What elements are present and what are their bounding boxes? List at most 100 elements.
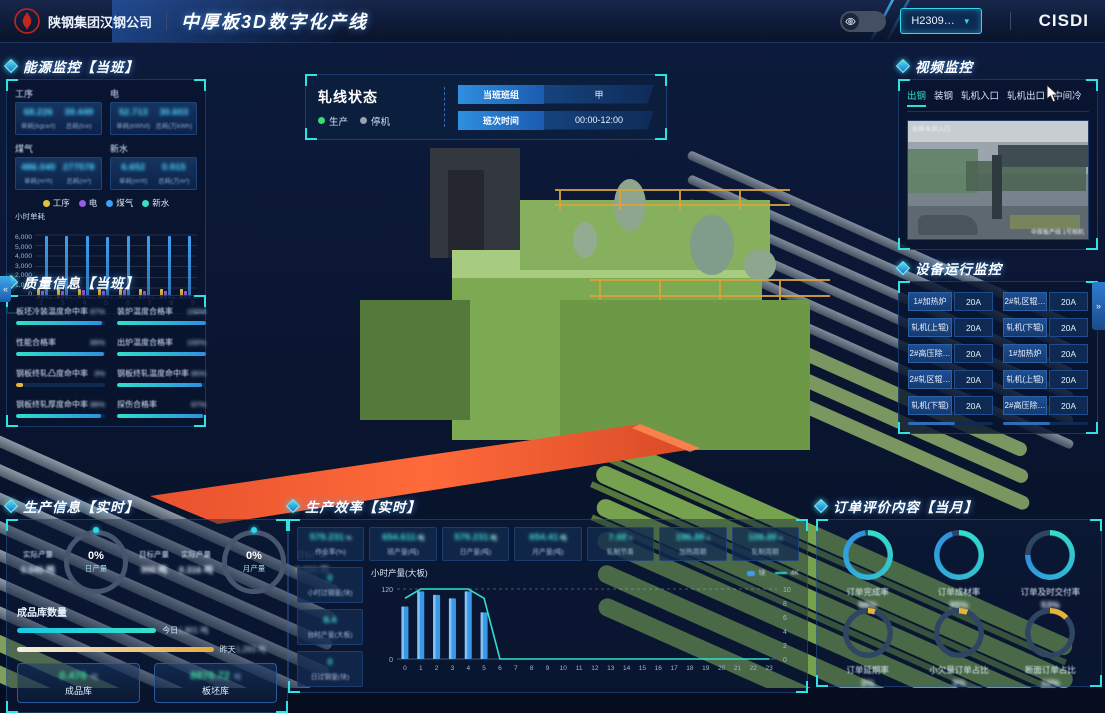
svg-text:6: 6 <box>498 665 502 672</box>
quality-item: 出炉温度合格率100% <box>117 337 206 356</box>
equipment-label: 2#轧区辊… <box>1003 292 1047 311</box>
energy-metric: 6.652单耗(m³/t) <box>114 162 153 185</box>
stock-box-value: 0.476 吨 <box>59 670 97 682</box>
energy-metric: 68.226单耗(kgce/t) <box>19 107 58 130</box>
video-tab-2[interactable]: 装钢 <box>934 88 953 107</box>
order-gauge: 3%订单延期率 <box>825 608 910 676</box>
svg-text:18: 18 <box>686 665 694 672</box>
quality-item: 钢板终轧厚度命中率96% <box>16 399 105 418</box>
video-overlay-bottom: 中厚板产线 1号相机 <box>1031 227 1084 236</box>
panel-order-evaluation: 订单评价内容【当月】 98%订单完成率95%订单成材率53%订单及时交付率3%订… <box>816 496 1102 687</box>
energy-chart-ylabel: 小时单耗 <box>15 211 197 222</box>
energy-unit: 单耗(kgce/t) <box>19 120 58 130</box>
video-tab-1[interactable]: 出钢 <box>907 88 926 107</box>
equipment-cell: 轧机(上辊)20A <box>1003 370 1088 389</box>
video-tab-3[interactable]: 轧机入口 <box>961 88 999 107</box>
status-dot-icon <box>360 117 367 124</box>
page-title: 中厚板3D数字化产线 <box>181 8 368 34</box>
svg-text:19: 19 <box>702 665 710 672</box>
order-gauge-ring <box>1025 608 1075 658</box>
scrollbar-thumb[interactable] <box>1003 422 1050 425</box>
panel-title: 质量信息【当班】 <box>23 272 139 292</box>
device-select[interactable]: H2309… ▼ <box>900 8 981 34</box>
order-gauge-ring <box>934 530 984 580</box>
stock-bar-row: 昨天1,293 吨 <box>17 644 277 655</box>
energy-metric: 277578总耗(m³) <box>60 162 99 185</box>
visibility-toggle[interactable] <box>840 11 886 32</box>
cisdi-logo: CISDI <box>1039 11 1089 31</box>
quality-value: 96% <box>90 400 105 409</box>
rolling-status-legend: 生产停机 <box>318 114 432 128</box>
panel-production-efficiency: 生产效率【实时】 579.231 %作业率(%)654.611 吨班产量(吨)5… <box>288 496 808 693</box>
hourly-chart-title: 小时产量(大板) <box>371 567 428 579</box>
shift-time-value: 00:00-12:00 <box>544 111 654 130</box>
quality-label: 钢板终轧厚度命中率 <box>16 399 88 410</box>
energy-unit: 总耗(tce) <box>60 120 99 130</box>
y-tick-label: 6,000 <box>15 235 32 242</box>
energy-group: 电52.713单耗(kWh/t)30.603总耗(万kWh) <box>110 87 197 135</box>
gauge-marker-icon <box>251 527 257 533</box>
equipment-label: 2#高压除… <box>908 344 952 363</box>
stock-box: 8876.72 吨板坯库 <box>154 663 277 703</box>
header-divider <box>1010 12 1011 30</box>
equipment-row: 2#轧区辊…20A 轧机(上辊)20A <box>908 370 1088 389</box>
stock-box: 0.476 吨成品库 <box>17 663 140 703</box>
target-output-value: 900 吨 <box>133 563 175 576</box>
stock-bar-fill <box>17 647 214 652</box>
energy-value: 0.915 <box>155 162 194 173</box>
energy-groups: 工序68.226单耗(kgce/t)39.449总耗(tce)电52.713单耗… <box>15 87 197 190</box>
target-output-label: 目标产量 <box>133 549 175 560</box>
collapse-panel-tab-left[interactable]: « <box>0 276 11 302</box>
quality-item: 探伤合格率97% <box>117 399 206 418</box>
energy-metric: 52.713单耗(kWh/t) <box>114 107 153 130</box>
legend-label: 煤气 <box>116 197 133 209</box>
gauge-ring: 0%日产量 <box>64 530 128 594</box>
svg-text:14: 14 <box>623 665 631 672</box>
y-tick-label: 3,000 <box>15 264 32 271</box>
diamond-icon <box>286 499 300 513</box>
scrollbar-track <box>908 422 993 425</box>
equipment-label: 轧机(上辊) <box>908 318 952 337</box>
scrollbar-thumb[interactable] <box>908 422 955 425</box>
equipment-row: 轧机(上辊)20A轧机(下辊)20A <box>908 318 1088 337</box>
equipment-value: 20A <box>954 370 993 389</box>
svg-text:16: 16 <box>655 665 663 672</box>
svg-text:9: 9 <box>546 665 550 672</box>
legend-item: 新水 <box>142 197 169 209</box>
progress-track <box>16 321 105 325</box>
status-legend-item: 停机 <box>360 114 390 128</box>
actual-output-label: 实际产量 <box>175 549 217 560</box>
order-gauge-ring <box>934 608 984 658</box>
efficiency-label: 日产量(吨) <box>445 546 506 556</box>
quality-value: 100% <box>187 338 206 347</box>
collapse-panel-tab-right[interactable]: » <box>1092 282 1105 330</box>
svg-text:1: 1 <box>419 665 423 672</box>
svg-text:15: 15 <box>639 665 647 672</box>
svg-text:8: 8 <box>783 601 787 608</box>
progress-fill <box>16 352 104 356</box>
actual-output-value: 0.316 吨 <box>175 563 217 576</box>
equipment-cell: 2#轧区辊…20A <box>908 370 993 389</box>
production-gauge-group: 实际产量0.045 吨0%日产量目标产量900 吨 <box>17 530 175 594</box>
eye-icon <box>842 13 859 30</box>
order-gauge: 10%断面订单占比 <box>1008 608 1093 676</box>
efficiency-value: 8.4 <box>300 615 360 626</box>
equipment-label: 2#高压除… <box>1003 396 1047 415</box>
quality-label: 板坯冷装温度命中率 <box>16 306 88 317</box>
svg-text:13: 13 <box>607 665 615 672</box>
energy-group: 煤气486.040单耗(m³/t)277578总耗(m³) <box>15 142 102 190</box>
efficiency-card: 7.98 s轧制节奏 <box>587 527 654 561</box>
video-feed[interactable]: 出钢-轧机入口 中厚板产线 1号相机 <box>907 120 1089 240</box>
quality-value: 3% <box>94 369 105 378</box>
efficiency-label: 日过钢量(块) <box>300 671 360 681</box>
shift-time-pill: 班次时间 00:00-12:00 <box>458 111 654 130</box>
quality-label: 装炉温度合格率 <box>117 306 173 317</box>
equipment-value: 20A <box>954 318 993 337</box>
efficiency-unit: s <box>777 535 782 542</box>
equipment-value: 20A <box>1049 370 1088 389</box>
order-gauge-label: 订单及时交付率 <box>1021 586 1081 598</box>
video-tab-4[interactable]: 轧机出口 <box>1007 88 1045 107</box>
svg-text:0: 0 <box>783 657 787 664</box>
efficiency-value: 7.98 s <box>590 532 651 543</box>
panel-production-info: 生产信息【实时】 实际产量0.045 吨0%日产量目标产量900 吨实际产量0.… <box>6 496 288 713</box>
